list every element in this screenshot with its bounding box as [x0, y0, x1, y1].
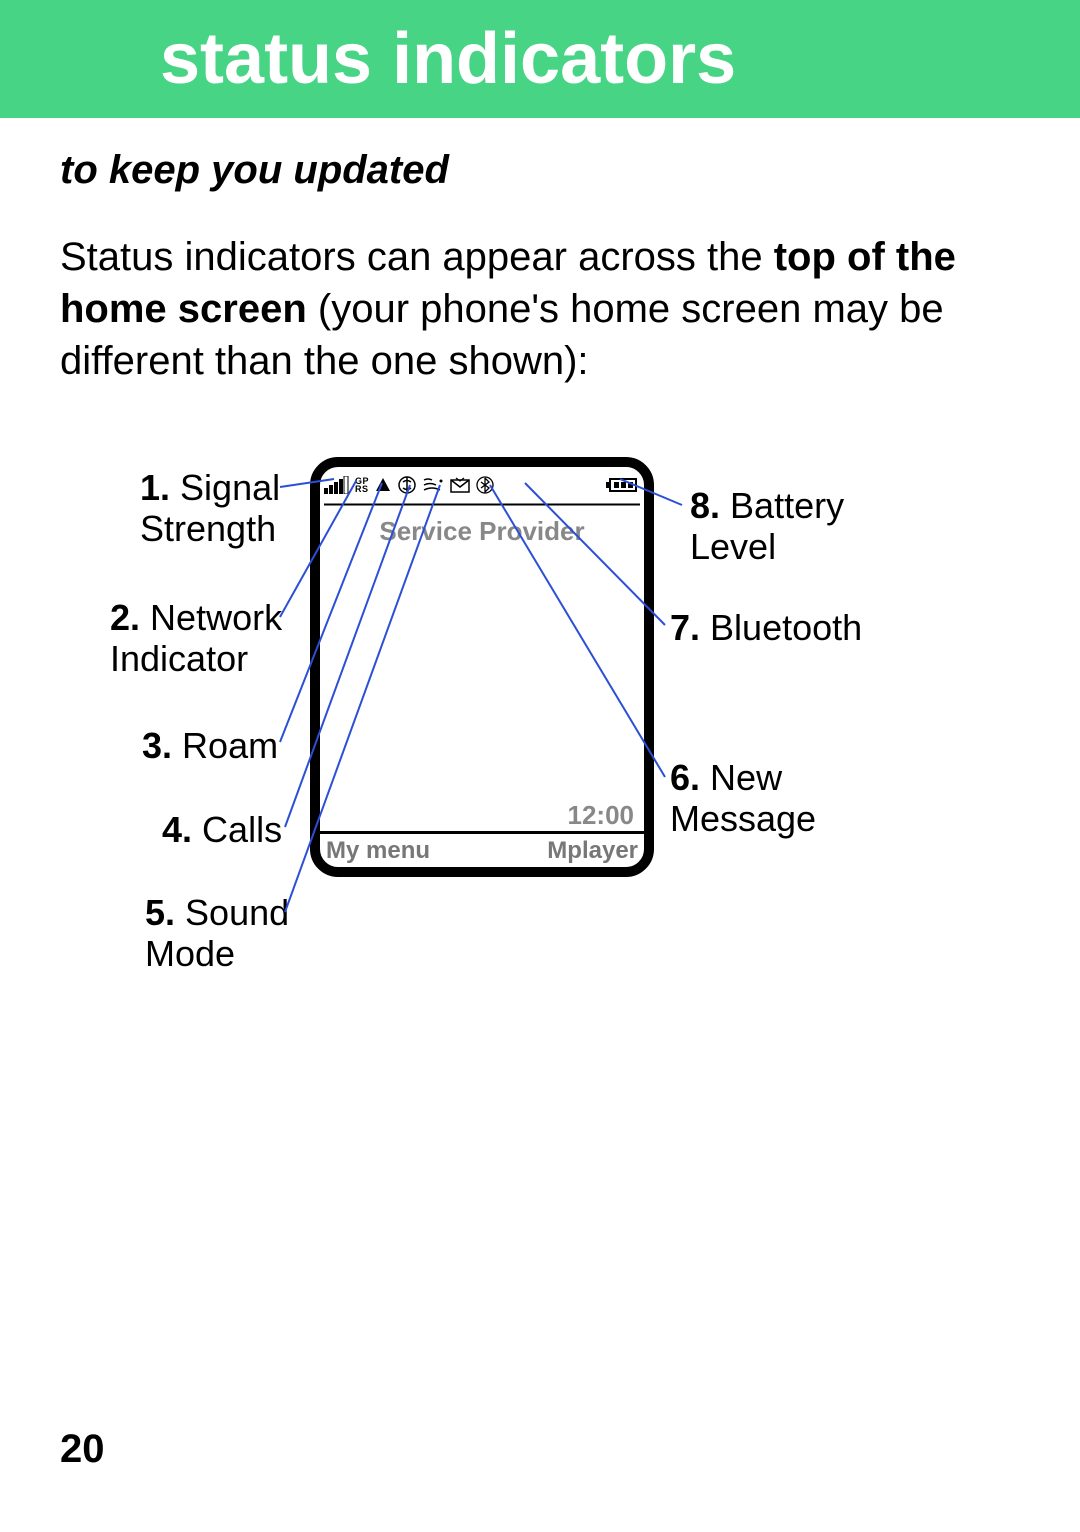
callout-num: 4. — [162, 809, 192, 850]
callout-label: Bluetooth — [710, 607, 862, 648]
callout-num: 3. — [142, 725, 172, 766]
callout-battery-level: 8. Battery Level — [690, 485, 844, 568]
page-number: 20 — [60, 1427, 105, 1472]
callout-calls: 4. Calls — [162, 809, 282, 850]
message-icon — [449, 476, 471, 494]
callout-label: Calls — [202, 809, 282, 850]
softkey-left: My menu — [326, 837, 430, 865]
roam-icon — [374, 476, 392, 494]
callout-sound-mode: 5. Sound Mode — [145, 892, 289, 975]
description-paragraph: Status indicators can appear across the … — [60, 231, 1020, 387]
phone-mockup: GPRS — [310, 457, 654, 877]
callout-num: 6. — [670, 757, 700, 798]
sound-icon — [422, 476, 444, 494]
callout-num: 8. — [690, 485, 720, 526]
battery-icon — [606, 476, 640, 494]
callout-signal-strength: 1. Signal Strength — [140, 467, 280, 550]
callout-network-indicator: 2. Network Indicator — [110, 597, 282, 680]
callout-num: 5. — [145, 892, 175, 933]
banner-title: status indicators — [160, 19, 736, 99]
phone-bottom: 12:00 My menu Mplayer — [320, 800, 644, 867]
bluetooth-icon — [476, 476, 494, 494]
callout-num: 1. — [140, 467, 170, 508]
banner: status indicators — [0, 0, 1080, 118]
callout-new-message: 6. New Message — [670, 757, 816, 840]
content: to keep you updated Status indicators ca… — [0, 118, 1080, 1037]
service-provider-label: Service Provider — [320, 516, 644, 547]
callout-label: Roam — [182, 725, 278, 766]
gprs-icon: GPRS — [355, 477, 369, 493]
diagram: 1. Signal Strength 2. Network Indicator … — [70, 437, 1010, 1037]
softkey-bar: My menu Mplayer — [320, 831, 644, 867]
para-pre: Status indicators can appear across the — [60, 235, 774, 279]
callout-num: 2. — [110, 597, 140, 638]
calls-icon — [397, 476, 417, 494]
signal-icon — [324, 476, 350, 494]
subtitle: to keep you updated — [60, 148, 1020, 193]
callout-bluetooth: 7. Bluetooth — [670, 607, 862, 648]
callout-roam: 3. Roam — [142, 725, 278, 766]
status-bar: GPRS — [320, 467, 644, 503]
callout-num: 7. — [670, 607, 700, 648]
clock-label: 12:00 — [320, 800, 644, 831]
softkey-right: Mplayer — [547, 837, 638, 865]
